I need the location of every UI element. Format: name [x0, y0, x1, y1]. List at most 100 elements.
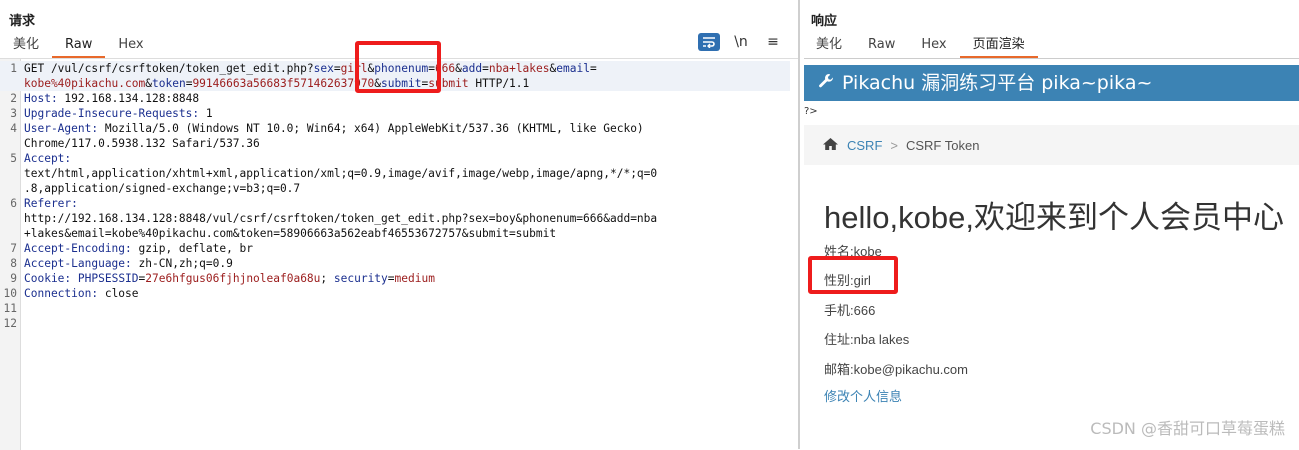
request-text: gzip, deflate, br	[131, 242, 254, 255]
request-text: =	[482, 62, 489, 75]
show-newlines-button[interactable]: \n	[730, 33, 752, 51]
request-text: &	[145, 77, 152, 90]
stray-text: ?>	[804, 106, 818, 117]
header-name: Cookie:	[24, 272, 72, 285]
request-text: Chrome/117.0.5938.132 Safari/537.36	[24, 137, 260, 150]
tab-pretty[interactable]: 美化	[803, 34, 855, 56]
site-banner: Pikachu 漏洞练习平台 pika~pika~	[804, 65, 1299, 101]
breadcrumb-link-csrf[interactable]: CSRF	[847, 138, 882, 153]
tab-pretty[interactable]: 美化	[0, 34, 52, 56]
header-name: User-Agent:	[24, 122, 99, 135]
request-line: +lakes&email=kobe%40pikachu.com&token=58…	[0, 226, 790, 241]
param-name: add	[461, 62, 483, 75]
request-text: text/html,application/xhtml+xml,applicat…	[24, 167, 658, 180]
param-name: token	[152, 77, 186, 90]
request-line: 4 User-Agent: Mozilla/5.0 (Windows NT 10.…	[0, 121, 790, 136]
request-line: .8,application/signed-exchange;v=b3;q=0.…	[0, 181, 790, 196]
request-line: 6 Referer:	[0, 196, 790, 211]
request-text: HTTP/1.1	[468, 77, 530, 90]
request-title: 请求	[9, 14, 36, 29]
word-wrap-icon[interactable]	[698, 33, 720, 51]
request-pane: 请求 美化 Raw Hex \n ≡ 1 GET /vul/csrf/csrfto…	[0, 0, 798, 450]
field-address: 住址:nba lakes	[824, 332, 910, 347]
request-text: zh-CN,zh;q=0.9	[131, 257, 233, 270]
request-text: =	[333, 62, 341, 75]
request-toolbar: \n ≡	[698, 33, 784, 51]
param-value: 99146663a56683f571462637970	[192, 77, 375, 90]
line-number: 8	[10, 257, 17, 270]
request-text: GET /vul/csrf/csrftoken/token_get_edit.p…	[24, 62, 314, 75]
request-tabs: 美化 Raw Hex	[0, 34, 157, 58]
greeting-heading: hello,kobe,欢迎来到个人会员中心	[824, 200, 1284, 235]
request-text: =	[387, 272, 395, 285]
line-number: 12	[3, 317, 17, 330]
response-title: 响应	[811, 14, 838, 29]
breadcrumb: CSRF > CSRF Token	[804, 125, 1299, 165]
tab-raw[interactable]: Raw	[52, 34, 106, 58]
request-line: Chrome/117.0.5938.132 Safari/537.36	[0, 136, 790, 151]
line-number: 7	[10, 242, 17, 255]
header-name: Accept-Encoding:	[24, 242, 132, 255]
header-name: Referer:	[24, 197, 78, 210]
request-text: +lakes&email=kobe%40pikachu.com&token=58…	[24, 227, 557, 240]
tab-raw[interactable]: Raw	[855, 34, 908, 56]
param-name: sex	[313, 62, 334, 75]
request-line: 11	[0, 301, 790, 316]
line-number: 10	[3, 287, 17, 300]
param-value: 27e6hfgus06fjhjnoleaf0a68u	[145, 272, 321, 285]
breadcrumb-separator: >	[890, 137, 898, 153]
response-pane: 响应 美化 Raw Hex 页面渲染 Pikachu 漏洞练习平台 pika~p…	[800, 0, 1299, 449]
line-number: 3	[10, 107, 17, 120]
site-title: Pikachu 漏洞练习平台 pika~pika~	[842, 72, 1153, 94]
line-number: 9	[10, 272, 17, 285]
line-number: 1	[10, 62, 17, 75]
request-line: 9 Cookie: PHPSESSID = 27e6hfgus06fjhjnoleaf…	[0, 271, 790, 286]
tab-hex[interactable]: Hex	[105, 34, 156, 56]
request-text: ;	[320, 272, 334, 285]
line-number: 4	[10, 122, 17, 135]
request-text: &	[455, 62, 462, 75]
line-number: 5	[10, 152, 17, 165]
request-lines: 1 GET /vul/csrf/csrftoken/token_get_edit.…	[0, 61, 790, 331]
tab-hex[interactable]: Hex	[908, 34, 959, 56]
request-line: 5 Accept:	[0, 151, 790, 166]
header-name: Host:	[24, 92, 58, 105]
param-name: PHPSESSID	[77, 272, 139, 285]
highlight-box-sex-param	[355, 41, 441, 93]
response-tabs: 美化 Raw Hex 页面渲染	[803, 34, 1038, 58]
watermark: CSDN @香甜可口草莓蛋糕	[1090, 419, 1285, 438]
request-line: 2 Host: 192.168.134.128:8848	[0, 91, 790, 106]
field-phone: 手机:666	[824, 303, 876, 318]
request-text: Mozilla/5.0 (Windows NT 10.0; Win64; x64…	[98, 122, 644, 135]
edit-profile-link[interactable]: 修改个人信息	[824, 386, 902, 405]
rendered-page: Pikachu 漏洞练习平台 pika~pika~ ?> CSRF > CSRF…	[804, 58, 1299, 450]
menu-icon[interactable]: ≡	[762, 33, 784, 51]
header-name: Accept-Language:	[24, 257, 132, 270]
request-line: 10 Connection: close	[0, 286, 790, 301]
request-text: http://192.168.134.128:8848/vul/csrf/csr…	[24, 212, 658, 225]
request-text: =	[589, 62, 597, 75]
header-name: Connection:	[24, 287, 99, 300]
line-number: 6	[10, 197, 17, 210]
tab-render[interactable]: 页面渲染	[959, 34, 1038, 58]
request-editor[interactable]: 1 GET /vul/csrf/csrftoken/token_get_edit.…	[0, 41, 798, 450]
request-line: text/html,application/xhtml+xml,applicat…	[0, 166, 790, 181]
request-text: close	[98, 287, 139, 300]
request-text: 192.168.134.128:8848	[57, 92, 200, 105]
header-name: Accept:	[24, 152, 72, 165]
request-line: 8 Accept-Language: zh-CN,zh;q=0.9	[0, 256, 790, 271]
breadcrumb-current: CSRF Token	[905, 137, 980, 153]
param-name: security	[333, 272, 388, 285]
request-text: .8,application/signed-exchange;v=b3;q=0.…	[24, 182, 301, 195]
param-value: medium	[394, 272, 435, 285]
request-text: 1	[199, 107, 213, 120]
param-value: kobe%40pikachu.com	[24, 77, 146, 90]
field-email: 邮箱:kobe@pikachu.com	[824, 362, 968, 377]
highlight-box-sex-field	[808, 256, 898, 294]
request-text	[71, 272, 78, 285]
request-line: 7 Accept-Encoding: gzip, deflate, br	[0, 241, 790, 256]
param-value: nba+lakes	[488, 62, 550, 75]
home-icon[interactable]	[822, 137, 839, 154]
request-line: http://192.168.134.128:8848/vul/csrf/csr…	[0, 211, 790, 226]
line-number: 11	[3, 302, 17, 315]
